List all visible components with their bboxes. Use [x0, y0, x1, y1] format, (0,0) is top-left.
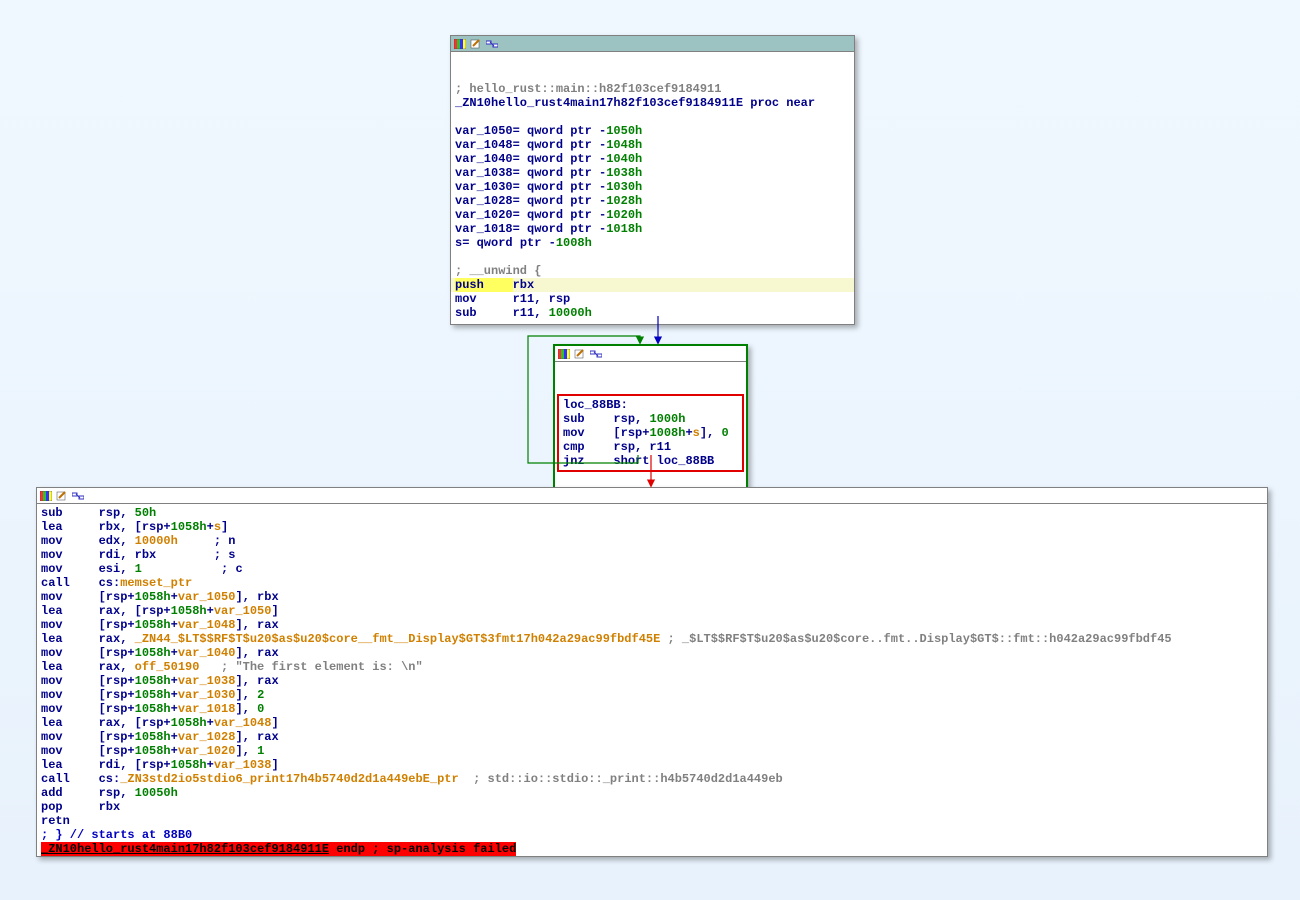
edit-icon: [573, 348, 587, 360]
node-titlebar[interactable]: [555, 346, 746, 362]
graph-node-body[interactable]: sub rsp, 50h lea rbx, [rsp+1058h+s] mov …: [36, 487, 1268, 857]
color-swatch-icon: [453, 38, 467, 50]
edit-icon: [469, 38, 483, 50]
color-swatch-icon: [39, 490, 53, 502]
node-titlebar[interactable]: [37, 488, 1267, 504]
link-icon: [71, 490, 85, 502]
color-swatch-icon: [557, 348, 571, 360]
node-titlebar[interactable]: [451, 36, 854, 52]
link-icon: [485, 38, 499, 50]
link-icon: [589, 348, 603, 360]
edit-icon: [55, 490, 69, 502]
node-body[interactable]: ; hello_rust::main::h82f103cef9184911 _Z…: [451, 52, 854, 324]
graph-node-entry[interactable]: ; hello_rust::main::h82f103cef9184911 _Z…: [450, 35, 855, 325]
node-body[interactable]: sub rsp, 50h lea rbx, [rsp+1058h+s] mov …: [37, 504, 1267, 856]
node-inner-body[interactable]: loc_88BB: sub rsp, 1000h mov [rsp+1008h+…: [557, 394, 744, 472]
graph-node-loop[interactable]: loc_88BB: sub rsp, 1000h mov [rsp+1008h+…: [553, 344, 748, 504]
